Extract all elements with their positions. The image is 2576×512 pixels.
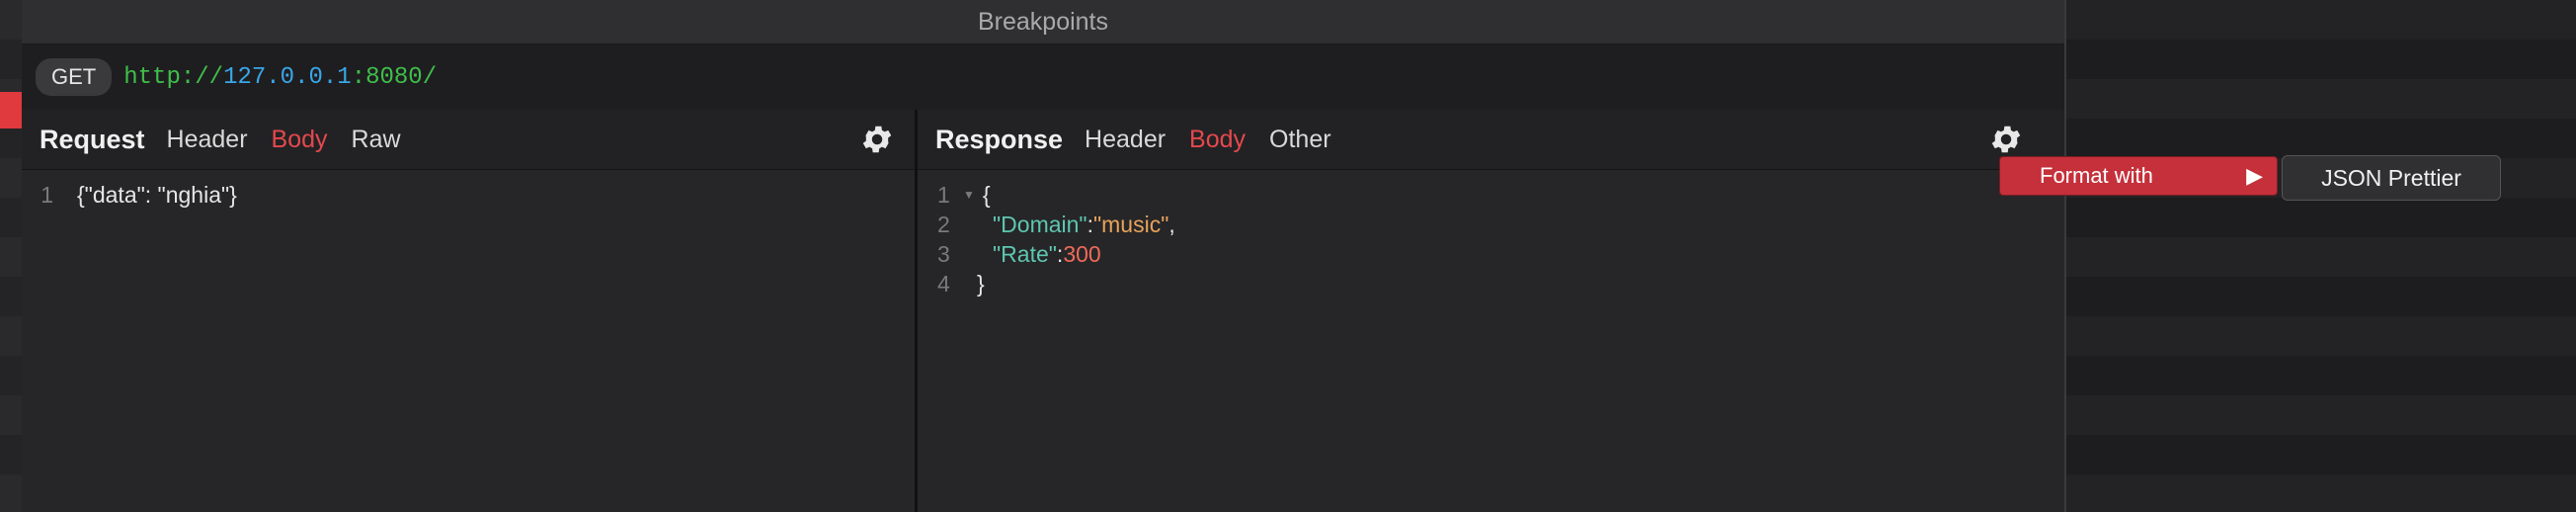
- left-list-strip: [0, 0, 22, 512]
- panels: Request Header Body Raw 1 {"data": "nghi…: [22, 110, 2064, 512]
- url-scheme: http://: [123, 63, 224, 91]
- method-badge: GET: [36, 58, 113, 96]
- selected-row-marker: [0, 92, 22, 128]
- window-title: Breakpoints: [977, 7, 1109, 36]
- tab-response-other[interactable]: Other: [1269, 126, 1331, 154]
- code-line: 1 ▼ {: [918, 180, 2064, 210]
- url-host: 127.0.0.1: [223, 63, 352, 91]
- code-line: 2 "Domain": "music",: [918, 210, 2064, 239]
- url-port: :8080/: [351, 63, 438, 91]
- response-panel: Response Header Body Other 1 ▼ { 2 "Doma…: [918, 110, 2064, 512]
- line-number: 3: [937, 240, 950, 267]
- request-title: Request: [40, 124, 145, 154]
- format-with-menu-item[interactable]: Format with ▶: [1999, 156, 2278, 196]
- line-number: 1: [40, 181, 53, 208]
- line-number: 4: [937, 270, 950, 297]
- tab-response-header[interactable]: Header: [1085, 126, 1166, 154]
- background-list: [2064, 0, 2576, 512]
- request-body-editor[interactable]: 1 {"data": "nghia"}: [22, 170, 915, 210]
- request-gear-icon[interactable]: [859, 122, 895, 157]
- request-url[interactable]: http://127.0.0.1:8080/: [123, 64, 437, 91]
- code-line: 1 {"data": "nghia"}: [22, 180, 915, 210]
- json-string-value: "music": [1092, 211, 1169, 237]
- window-titlebar: Breakpoints: [22, 0, 2064, 44]
- request-panel: Request Header Body Raw 1 {"data": "nghi…: [22, 110, 918, 512]
- request-tabs: Request Header Body Raw: [22, 110, 915, 170]
- submenu-arrow-icon: ▶: [2246, 163, 2263, 188]
- code-brace: }: [977, 270, 985, 297]
- code-text: {"data": "nghia"}: [77, 181, 237, 208]
- fold-arrow-icon[interactable]: ▼: [963, 188, 975, 202]
- json-key: "Rate": [993, 240, 1057, 267]
- response-tabs: Response Header Body Other: [918, 110, 2064, 170]
- tab-request-raw[interactable]: Raw: [352, 126, 401, 154]
- response-gear-icon[interactable]: [1988, 122, 2024, 157]
- request-line: GET http://127.0.0.1:8080/: [22, 44, 2064, 111]
- json-number-value: 300: [1063, 240, 1101, 267]
- tab-request-body[interactable]: Body: [272, 126, 328, 154]
- submenu-item-label: JSON Prettier: [2321, 164, 2461, 191]
- json-comma: ,: [1168, 211, 1175, 237]
- code-brace: {: [982, 181, 991, 208]
- breakpoints-window: Breakpoints GET http://127.0.0.1:8080/ R…: [22, 0, 2066, 512]
- tab-request-header[interactable]: Header: [167, 126, 248, 154]
- json-prettier-menu-item[interactable]: JSON Prettier: [2282, 155, 2501, 201]
- json-key: "Domain": [993, 211, 1087, 237]
- response-body-editor[interactable]: 1 ▼ { 2 "Domain": "music", 3 "Rate": 300…: [918, 170, 2064, 299]
- menu-item-label: Format with: [2040, 163, 2153, 188]
- code-line: 3 "Rate": 300: [918, 239, 2064, 269]
- code-line: 4 }: [918, 269, 2064, 299]
- response-title: Response: [935, 124, 1064, 154]
- line-number: 2: [937, 211, 950, 237]
- tab-response-body[interactable]: Body: [1189, 126, 1246, 154]
